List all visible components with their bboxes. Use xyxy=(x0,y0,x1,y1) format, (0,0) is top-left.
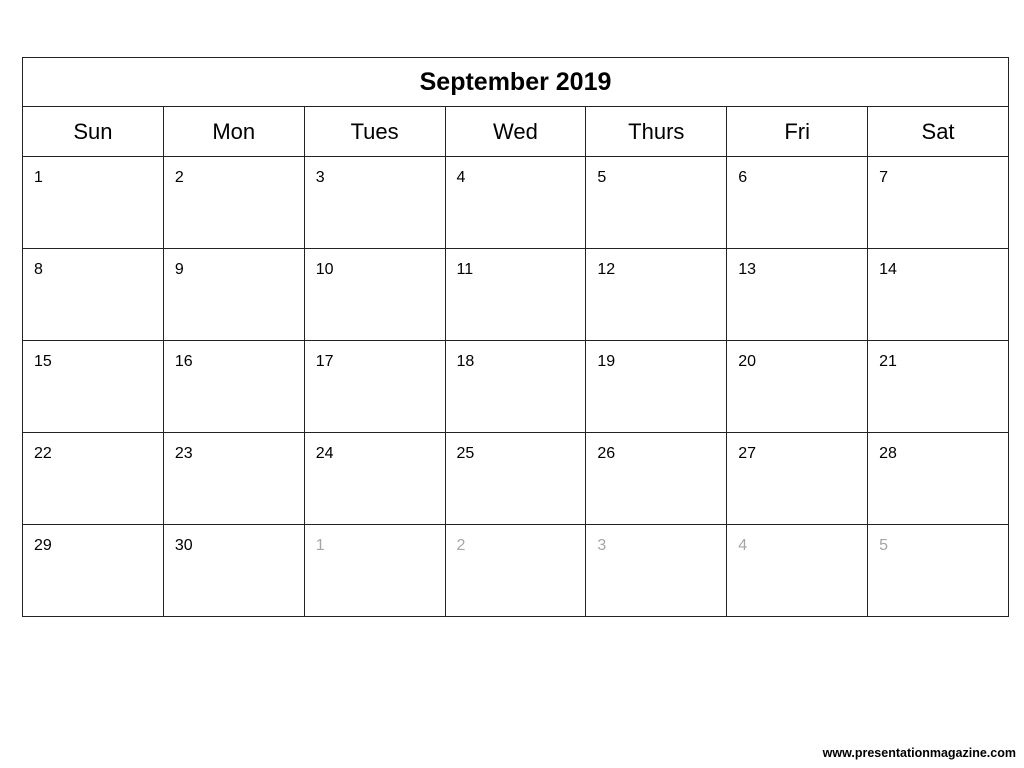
day-cell: 4 xyxy=(444,156,587,249)
day-number: 29 xyxy=(34,537,52,554)
day-cell: 1 xyxy=(22,156,164,249)
day-cell: 14 xyxy=(867,248,1009,341)
day-number: 10 xyxy=(315,261,334,278)
day-cell: 24 xyxy=(303,432,446,525)
day-number: 21 xyxy=(879,353,897,370)
day-cell-other-month: 5 xyxy=(867,524,1009,617)
day-cell: 11 xyxy=(444,248,587,341)
day-cell: 23 xyxy=(162,432,305,525)
day-cell: 15 xyxy=(22,340,164,433)
day-number: 20 xyxy=(738,353,757,370)
day-number: 2 xyxy=(456,537,466,554)
day-cell-other-month: 2 xyxy=(444,524,587,617)
day-number: 6 xyxy=(738,169,748,186)
day-number: 25 xyxy=(456,445,475,462)
day-cell: 30 xyxy=(162,524,305,617)
day-number: 19 xyxy=(597,353,616,370)
day-cell: 7 xyxy=(867,156,1009,249)
day-cell: 19 xyxy=(585,340,728,433)
day-cell: 5 xyxy=(585,156,728,249)
calendar-title: September 2019 xyxy=(22,57,1009,107)
day-number: 9 xyxy=(174,261,184,278)
day-cell: 16 xyxy=(162,340,305,433)
day-cell-other-month: 1 xyxy=(303,524,446,617)
day-cell: 8 xyxy=(22,248,164,341)
day-cell-other-month: 3 xyxy=(585,524,728,617)
day-cell: 21 xyxy=(867,340,1009,433)
day-number: 17 xyxy=(315,353,334,370)
week-row: 29 30 1 2 3 4 5 xyxy=(22,524,1009,617)
day-number: 13 xyxy=(738,261,757,278)
day-cell: 2 xyxy=(162,156,305,249)
day-cell: 3 xyxy=(303,156,446,249)
calendar-table: September 2019 Sun Mon Tues Wed Thurs Fri Sat … xyxy=(22,57,1009,617)
day-number: 16 xyxy=(174,353,193,370)
day-number: 28 xyxy=(879,445,897,462)
day-number: 26 xyxy=(597,445,616,462)
day-number: 3 xyxy=(597,537,607,554)
weekday-header: Thurs xyxy=(585,106,728,157)
day-cell: 9 xyxy=(162,248,305,341)
day-number: 3 xyxy=(315,169,325,186)
weekday-header: Tues xyxy=(303,106,446,157)
footer-url: www.presentationmagazine.com xyxy=(822,746,1016,760)
day-cell: 20 xyxy=(726,340,869,433)
week-row: 15 16 17 18 19 20 21 xyxy=(22,340,1009,433)
weekday-header: Mon xyxy=(162,106,305,157)
day-number: 18 xyxy=(456,353,475,370)
day-number: 8 xyxy=(34,261,43,278)
weekday-header: Fri xyxy=(726,106,869,157)
day-number: 11 xyxy=(456,261,474,278)
day-number: 15 xyxy=(34,353,52,370)
day-cell: 17 xyxy=(303,340,446,433)
day-number: 22 xyxy=(34,445,52,462)
day-number: 23 xyxy=(174,445,193,462)
day-cell: 10 xyxy=(303,248,446,341)
day-number: 30 xyxy=(174,537,193,554)
day-number: 2 xyxy=(174,169,184,186)
day-number: 7 xyxy=(879,169,888,186)
day-number: 12 xyxy=(597,261,616,278)
weekday-header-row: Sun Mon Tues Wed Thurs Fri Sat xyxy=(22,106,1009,157)
day-number: 1 xyxy=(34,169,43,186)
day-cell: 12 xyxy=(585,248,728,341)
day-number: 24 xyxy=(315,445,334,462)
week-row: 8 9 10 11 12 13 14 xyxy=(22,248,1009,341)
day-cell-other-month: 4 xyxy=(726,524,869,617)
day-cell: 22 xyxy=(22,432,164,525)
weekday-header: Wed xyxy=(444,106,587,157)
week-row: 1 2 3 4 5 6 7 xyxy=(22,156,1009,249)
day-number: 14 xyxy=(879,261,897,278)
weekday-header: Sun xyxy=(22,106,164,157)
day-cell: 28 xyxy=(867,432,1009,525)
weekday-header: Sat xyxy=(867,106,1009,157)
week-row: 22 23 24 25 26 27 28 xyxy=(22,432,1009,525)
day-number: 4 xyxy=(738,537,748,554)
day-number: 4 xyxy=(456,169,466,186)
day-cell: 27 xyxy=(726,432,869,525)
day-number: 27 xyxy=(738,445,757,462)
day-cell: 26 xyxy=(585,432,728,525)
day-cell: 13 xyxy=(726,248,869,341)
day-number: 1 xyxy=(315,537,325,554)
day-cell: 18 xyxy=(444,340,587,433)
day-cell: 29 xyxy=(22,524,164,617)
day-number: 5 xyxy=(597,169,607,186)
day-cell: 25 xyxy=(444,432,587,525)
day-cell: 6 xyxy=(726,156,869,249)
day-number: 5 xyxy=(879,537,888,554)
